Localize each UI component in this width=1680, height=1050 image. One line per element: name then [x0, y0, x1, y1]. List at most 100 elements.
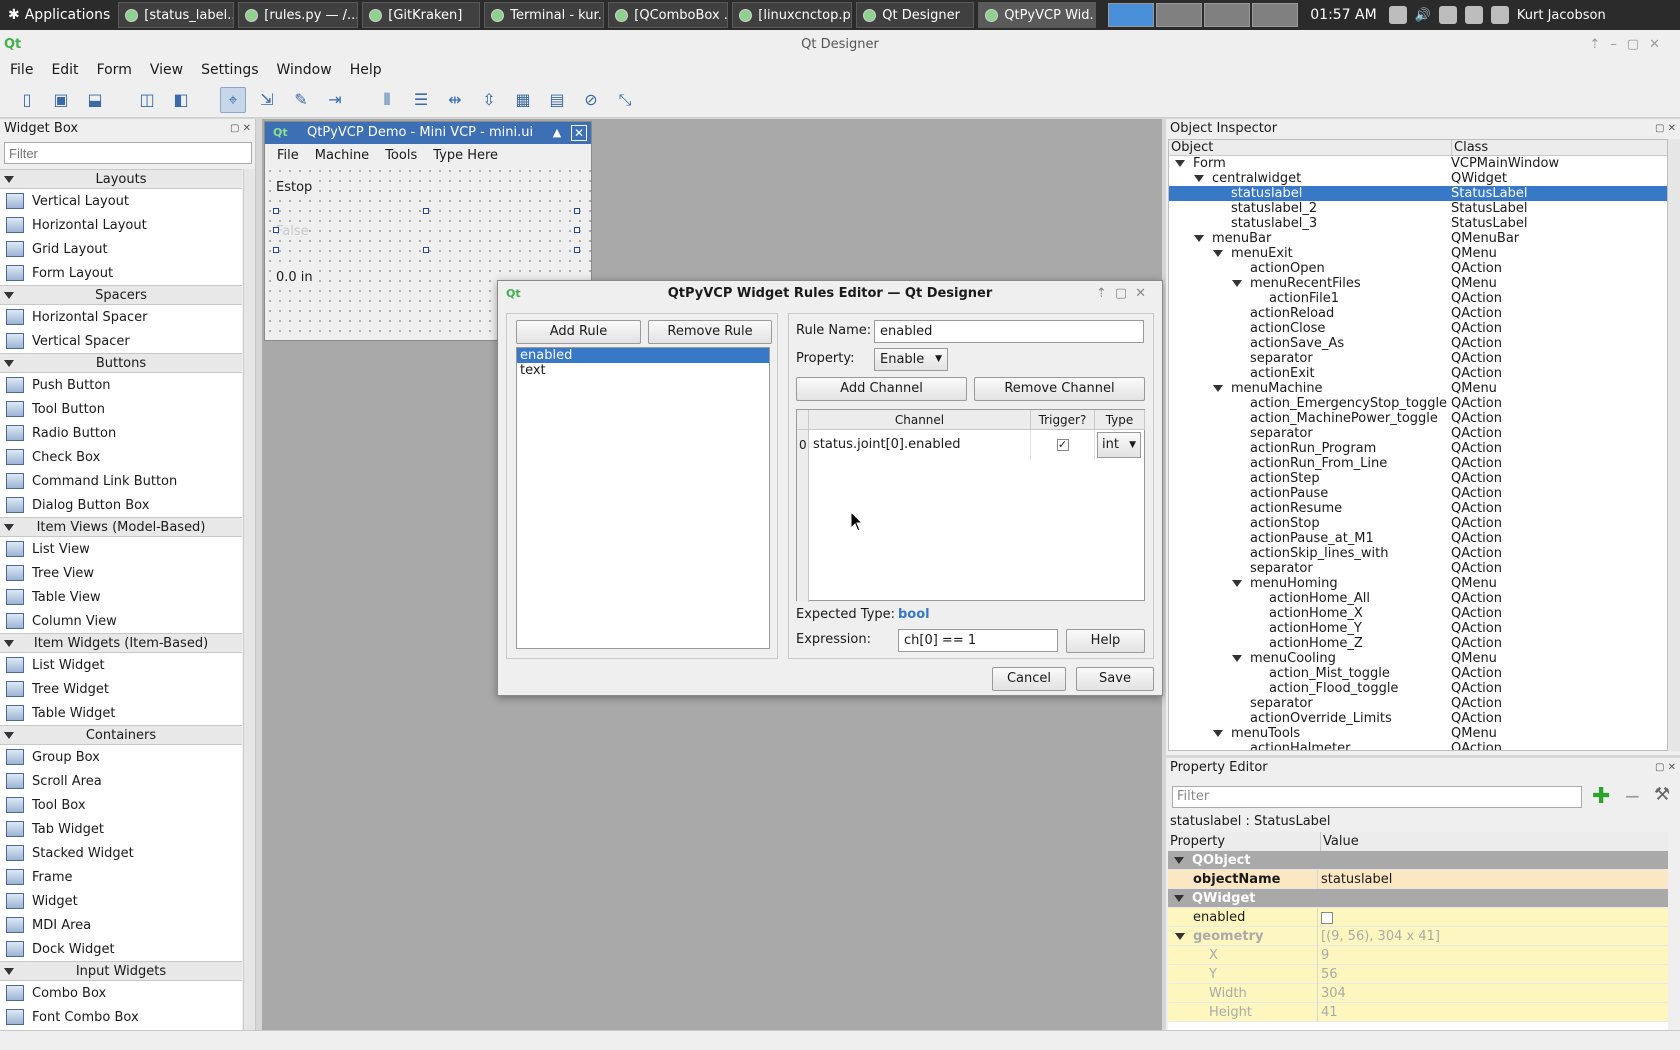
property-row[interactable]: geometry [(9, 56), 304 x 41]	[1168, 927, 1668, 946]
widget-item[interactable]: Push Button	[0, 373, 242, 397]
widget-category-input-widgets[interactable]: Input Widgets	[0, 961, 242, 981]
layout-h-splitter-icon[interactable]: ⇹	[442, 87, 468, 113]
property-group[interactable]: QWidget	[1168, 889, 1668, 908]
menu-view[interactable]: View	[150, 62, 183, 78]
layout-v-splitter-icon[interactable]: ⇳	[476, 87, 502, 113]
channel-header[interactable]: Channel	[809, 410, 1031, 430]
expand-arrow-icon[interactable]	[1232, 655, 1242, 662]
property-value[interactable]: 304	[1321, 984, 1346, 1003]
rule-item[interactable]: text	[517, 363, 769, 378]
expand-arrow-icon[interactable]	[1174, 857, 1184, 864]
object-tree-row[interactable]: actionPause QAction	[1169, 486, 1667, 501]
property-value[interactable]: 9	[1321, 946, 1329, 965]
layout-grid-icon[interactable]: ▦	[510, 87, 536, 113]
object-tree-row[interactable]: action_Flood_toggle QAction	[1169, 681, 1667, 696]
object-tree-row[interactable]: menuHoming QMenu	[1169, 576, 1667, 591]
resize-handle[interactable]	[273, 227, 279, 233]
remove-channel-button[interactable]: Remove Channel	[974, 377, 1145, 401]
property-row[interactable]: Y 56	[1168, 965, 1668, 984]
object-tree-row[interactable]: actionRun_From_Line QAction	[1169, 456, 1667, 471]
menu-settings[interactable]: Settings	[201, 62, 258, 78]
object-tree-row[interactable]: action_Mist_toggle QAction	[1169, 666, 1667, 681]
workspace-1[interactable]	[1108, 3, 1155, 27]
object-tree-row[interactable]: statuslabel StatusLabel	[1169, 186, 1667, 201]
object-tree-row[interactable]: actionPause_at_M1 QAction	[1169, 531, 1667, 546]
object-tree-row[interactable]: menuRecentFiles QMenu	[1169, 276, 1667, 291]
object-tree-row[interactable]: actionOpen QAction	[1169, 261, 1667, 276]
expand-arrow-icon[interactable]	[1232, 280, 1242, 287]
object-tree-row[interactable]: statuslabel_3 StatusLabel	[1169, 216, 1667, 231]
remove-property-icon[interactable]: −	[1624, 784, 1641, 808]
taskbar-task[interactable]: [GitKraken]	[362, 2, 481, 28]
trigger-cell[interactable]: ✓	[1031, 430, 1095, 460]
widget-item[interactable]: Tab Widget	[0, 817, 242, 841]
widget-item[interactable]: Combo Box	[0, 981, 242, 1005]
save-button[interactable]: Save	[1076, 667, 1154, 691]
widget-item[interactable]: Vertical Layout	[0, 189, 242, 213]
configure-icon[interactable]: ⚒	[1654, 784, 1670, 805]
resize-handle[interactable]	[423, 247, 429, 253]
expression-input[interactable]: ch[0] == 1	[898, 629, 1058, 652]
widget-item[interactable]: Vertical Spacer	[0, 329, 242, 353]
network-icon[interactable]	[1388, 6, 1407, 24]
object-tree-row[interactable]: actionOverride_Limits QAction	[1169, 711, 1667, 726]
taskbar-task[interactable]: Terminal - kur...	[484, 2, 605, 28]
object-tree-row[interactable]: actionResume QAction	[1169, 501, 1667, 516]
expand-arrow-icon[interactable]	[1175, 160, 1185, 167]
widget-item[interactable]: Frame	[0, 865, 242, 889]
rule-name-input[interactable]: enabled	[874, 320, 1144, 343]
widget-item[interactable]: List Widget	[0, 653, 242, 677]
new-form-icon[interactable]: ▯	[14, 87, 40, 113]
resize-handle[interactable]	[273, 208, 279, 214]
clipboard-icon[interactable]	[1438, 6, 1457, 24]
edit-buddies-icon[interactable]: ✎	[288, 87, 314, 113]
expand-arrow-icon[interactable]	[1232, 580, 1242, 587]
widget-item[interactable]: Widget	[0, 889, 242, 913]
widget-category-spacers[interactable]: Spacers	[0, 285, 242, 305]
edit-tab-order-icon[interactable]: ⇥	[322, 87, 348, 113]
window-controls-icon[interactable]: ⇡–▢✕	[1589, 30, 1670, 60]
property-select[interactable]: Enable ▼	[874, 348, 948, 371]
object-tree-row[interactable]: actionHome_All QAction	[1169, 591, 1667, 606]
enabled-checkbox[interactable]	[1321, 912, 1333, 924]
widget-category-layouts[interactable]: Layouts	[0, 169, 242, 189]
expand-arrow-icon[interactable]	[1175, 933, 1185, 940]
property-row[interactable]: enabled	[1168, 908, 1668, 927]
property-column-header[interactable]: Property	[1170, 832, 1225, 851]
taskbar-task[interactable]: [rules.py — /...	[238, 2, 359, 28]
property-table[interactable]: Property Value QObject objectName statusla…	[1168, 832, 1668, 1030]
layout-form-icon[interactable]: ▤	[544, 87, 570, 113]
property-value[interactable]: [(9, 56), 304 x 41]	[1321, 927, 1440, 946]
object-tree-row[interactable]: actionReload QAction	[1169, 306, 1667, 321]
workspace-3[interactable]	[1204, 3, 1251, 27]
object-tree-row[interactable]: actionStop QAction	[1169, 516, 1667, 531]
object-tree-row[interactable]: actionFile1 QAction	[1169, 291, 1667, 306]
widget-item[interactable]: Radio Button	[0, 421, 242, 445]
expand-arrow-icon[interactable]	[1194, 235, 1204, 242]
signal-icon[interactable]	[1490, 6, 1509, 24]
object-tree-row[interactable]: actionSkip_lines_with QAction	[1169, 546, 1667, 561]
property-row[interactable]: Width 304	[1168, 984, 1668, 1003]
object-tree-row[interactable]: Form VCPMainWindow	[1169, 156, 1667, 171]
remove-rule-button[interactable]: Remove Rule	[648, 320, 772, 344]
widget-item[interactable]: Tree Widget	[0, 677, 242, 701]
status-label-selected[interactable]: False	[276, 224, 309, 239]
adjust-size-icon[interactable]: ⤡	[612, 87, 638, 113]
trigger-header[interactable]: Trigger?	[1031, 410, 1095, 430]
widget-item[interactable]: Check Box	[0, 445, 242, 469]
type-header[interactable]: Type	[1095, 410, 1145, 430]
object-tree-row[interactable]: actionExit QAction	[1169, 366, 1667, 381]
layout-vertical-icon[interactable]: ☰	[408, 87, 434, 113]
object-tree-row[interactable]: actionHome_Y QAction	[1169, 621, 1667, 636]
taskbar-task[interactable]: [status_label....	[118, 2, 235, 28]
property-row[interactable]: X9	[1168, 946, 1668, 965]
form-shade-icon[interactable]: ▲	[549, 125, 565, 141]
object-tree-row[interactable]: actionStep QAction	[1169, 471, 1667, 486]
property-value[interactable]: statuslabel	[1321, 870, 1392, 889]
object-tree-row[interactable]: actionHome_X QAction	[1169, 606, 1667, 621]
object-tree-row[interactable]: separator QAction	[1169, 696, 1667, 711]
type-select[interactable]: int ▼	[1097, 432, 1141, 458]
widget-item[interactable]: Grid Layout	[0, 237, 242, 261]
form-menu-item[interactable]: File	[277, 148, 299, 163]
object-tree-row[interactable]: menuMachine QMenu	[1169, 381, 1667, 396]
